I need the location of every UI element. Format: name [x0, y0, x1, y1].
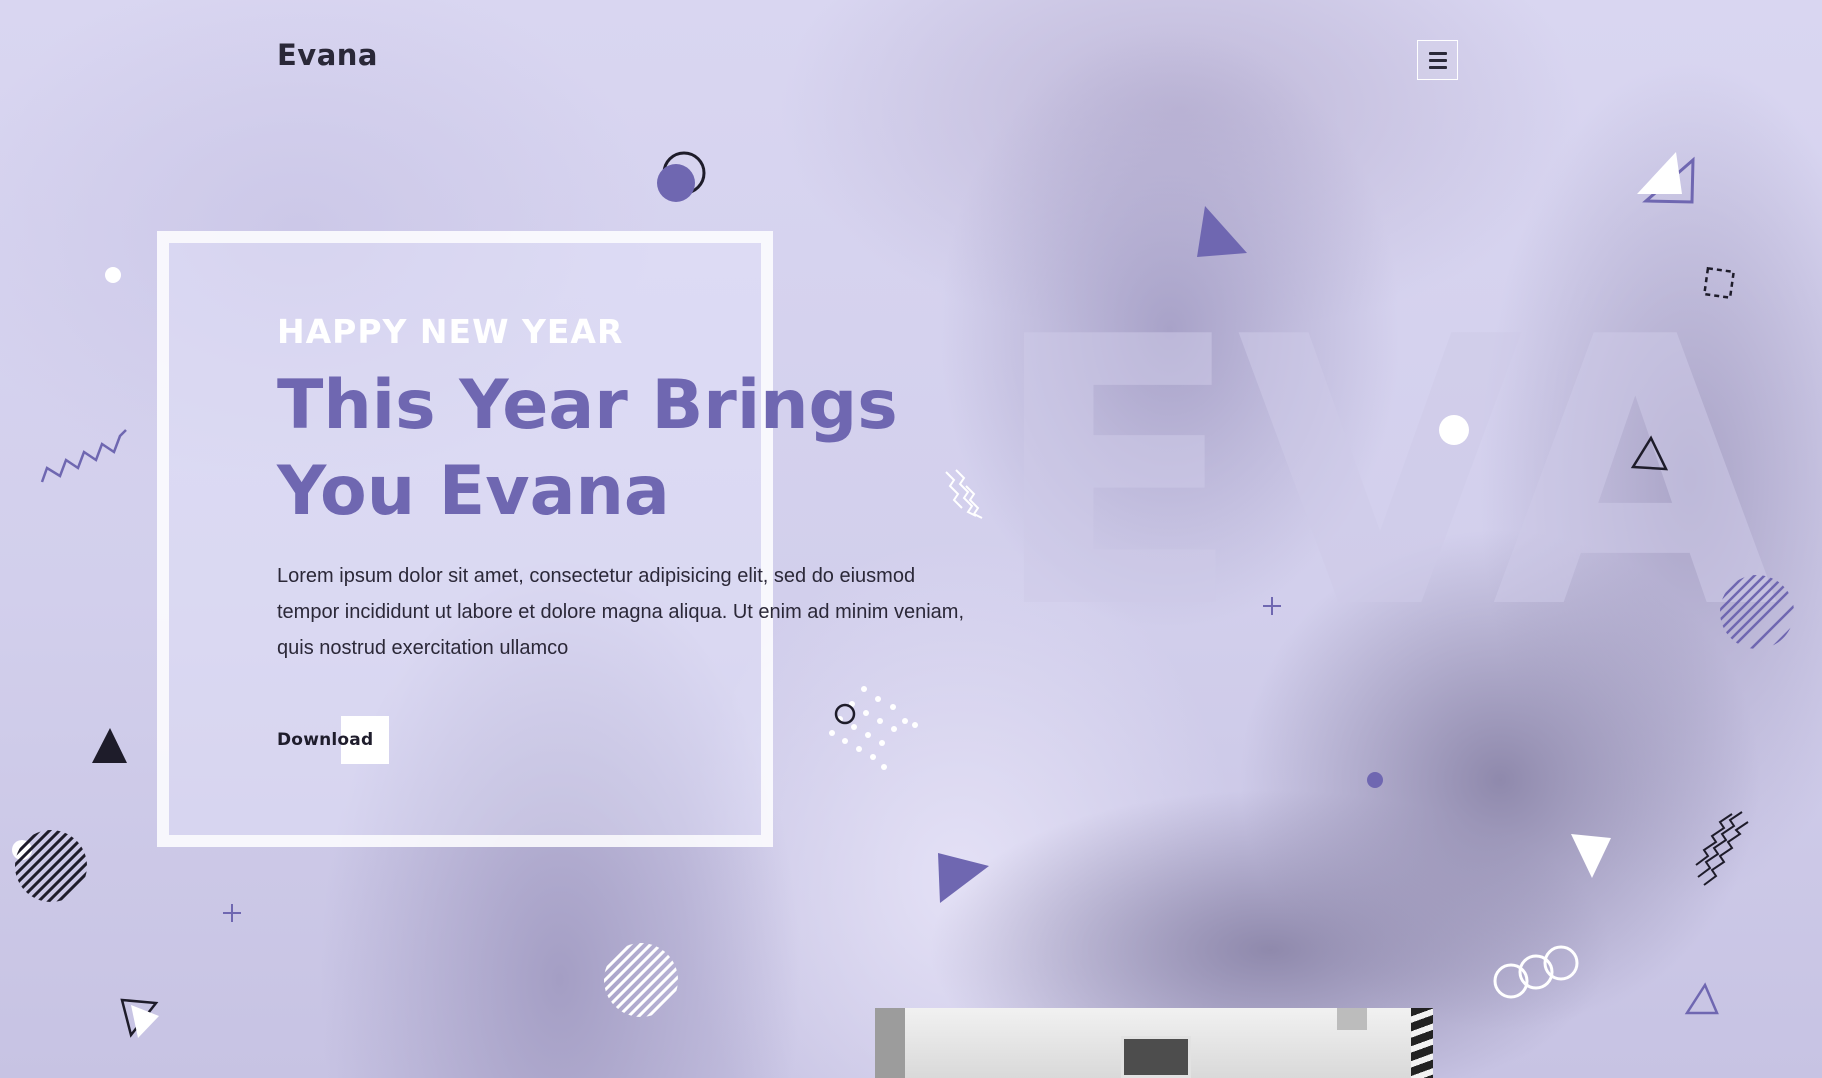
plus-shape: [223, 904, 241, 922]
triangle-outline-violet-bottom-shape: [1684, 982, 1719, 1015]
violet-striped-circle-shape: [1720, 575, 1794, 649]
menu-bar: [1428, 51, 1447, 55]
dashed-square-shape: [1702, 266, 1736, 300]
rings-shape: [1493, 945, 1579, 999]
hero-eyebrow: HAPPY NEW YEAR: [277, 312, 624, 351]
menu-bar: [1428, 65, 1447, 69]
thumbnail-tile: [1337, 1008, 1367, 1030]
white-striped-circle-shape: [604, 943, 678, 1017]
triangle-violet-shape-bottom: [938, 853, 989, 903]
menu-bar: [1428, 58, 1447, 62]
dots-cluster-shape: [829, 686, 918, 770]
small-ring-shape: [834, 703, 856, 725]
zigzag-shape: [40, 429, 127, 483]
hero-headline-line-2: You Evana: [277, 452, 670, 531]
hero-headline-line-1: This Year Brings: [277, 366, 898, 445]
decorative-shapes: [12, 151, 1794, 1038]
dot-large-shape: [1439, 415, 1469, 445]
triangle-shape: [92, 728, 127, 763]
zigzag-dark-shape: [1695, 811, 1749, 886]
gallery-thumbnail[interactable]: [875, 1008, 1433, 1078]
hero-description: Lorem ipsum dolor sit amet, consectetur …: [277, 565, 965, 659]
hamburger-menu-icon[interactable]: [1417, 40, 1458, 80]
download-button-label: Download: [277, 730, 374, 750]
thumbnail-stripes: [1411, 1008, 1433, 1078]
thumbnail-frame-left: [875, 1008, 905, 1078]
hero-headline: This Year Brings You Evana: [277, 363, 977, 535]
download-button[interactable]: Download: [277, 716, 389, 764]
thumbnail-poster: [1121, 1036, 1191, 1078]
dot-shape: [105, 267, 121, 283]
triangle-white-right-shape: [1571, 834, 1611, 878]
plus-shape-right: [1263, 597, 1281, 615]
circle-filled-shape: [657, 164, 695, 202]
triangle-white-shape: [131, 1005, 159, 1038]
triangle-white-top-shape: [1637, 152, 1682, 194]
triangle-outline-dark-shape: [1630, 435, 1669, 471]
dot-violet-shape: [1367, 772, 1383, 788]
triangle-violet-shape: [1197, 206, 1247, 257]
striped-circle-shape: [15, 830, 87, 902]
brand-logo[interactable]: Evana: [277, 38, 378, 72]
